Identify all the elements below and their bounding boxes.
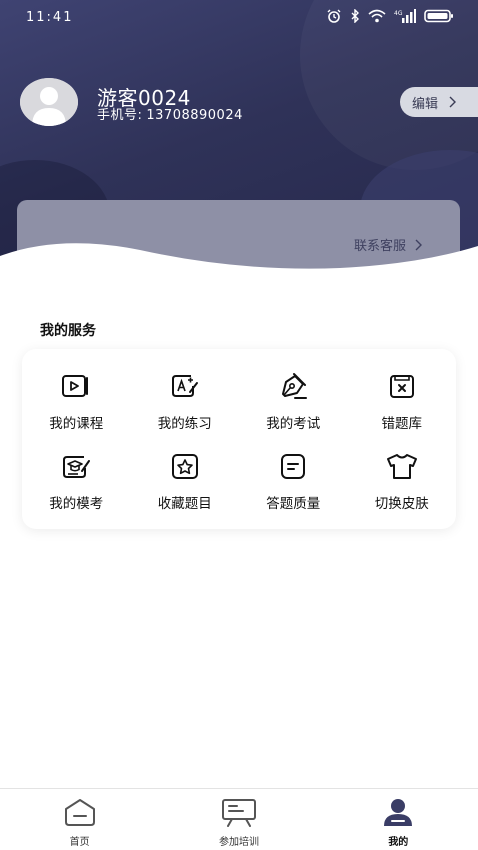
service-label: 答题质量 xyxy=(266,496,321,512)
star-icon xyxy=(168,449,202,483)
battery-icon xyxy=(424,9,453,23)
network-type: 4G xyxy=(394,10,403,17)
play-video-icon xyxy=(59,369,93,403)
alarm-icon xyxy=(327,9,341,23)
services-card: 我的课程 我的练习 我的考试 错题库 我的模考 收藏题目 答题质量 切换皮肤 xyxy=(22,349,456,529)
user-icon xyxy=(380,797,416,827)
service-mock-exams[interactable]: 我的模考 xyxy=(22,449,131,529)
service-label: 切换皮肤 xyxy=(374,496,429,512)
user-phone-row: 手机号: 13708890024 xyxy=(97,104,243,123)
service-wrong-questions[interactable]: 错题库 xyxy=(348,369,457,449)
phone-label: 手机号: xyxy=(97,108,143,123)
service-my-courses[interactable]: 我的课程 xyxy=(22,369,131,449)
service-label: 我的练习 xyxy=(157,416,212,432)
service-my-exams[interactable]: 我的考试 xyxy=(239,369,348,449)
service-switch-skin[interactable]: 切换皮肤 xyxy=(348,449,457,529)
chevron-right-icon xyxy=(449,96,457,108)
wifi-icon xyxy=(368,9,386,23)
cellular-signal-icon: 4G xyxy=(394,9,416,23)
edit-profile-button[interactable]: 编辑 xyxy=(400,87,478,117)
tab-mine[interactable]: 我的 xyxy=(319,789,478,850)
service-my-practice[interactable]: 我的练习 xyxy=(131,369,240,449)
tab-label: 首页 xyxy=(69,837,90,848)
services-grid: 我的课程 我的练习 我的考试 错题库 我的模考 收藏题目 答题质量 切换皮肤 xyxy=(22,349,456,529)
tab-home[interactable]: 首页 xyxy=(0,789,159,850)
bluetooth-icon xyxy=(351,9,359,23)
service-label: 我的模考 xyxy=(49,496,104,512)
answer-quality-icon xyxy=(276,449,310,483)
bottom-tab-bar: 首页 参加培训 我的 xyxy=(0,788,478,850)
training-board-icon xyxy=(221,797,257,827)
service-favorite-questions[interactable]: 收藏题目 xyxy=(131,449,240,529)
status-icons: 4G xyxy=(326,9,454,23)
phone-number: 13708890024 xyxy=(146,108,243,123)
services-title: 我的服务 xyxy=(40,323,96,339)
wave-divider xyxy=(0,243,478,316)
practice-edit-icon xyxy=(168,369,202,403)
service-label: 我的课程 xyxy=(49,416,104,432)
service-label: 收藏题目 xyxy=(157,496,212,512)
default-avatar-icon xyxy=(20,78,78,126)
status-bar: 11:41 4G xyxy=(0,0,478,36)
edit-label: 编辑 xyxy=(412,96,439,112)
tab-label: 我的 xyxy=(388,837,409,848)
status-time: 11:41 xyxy=(26,10,74,25)
service-label: 错题库 xyxy=(381,416,423,432)
pen-nib-icon xyxy=(276,369,310,403)
service-label: 我的考试 xyxy=(266,416,321,432)
home-icon xyxy=(62,797,98,827)
wrong-questions-icon xyxy=(385,369,419,403)
service-answer-quality[interactable]: 答题质量 xyxy=(239,449,348,529)
mock-exam-cap-icon xyxy=(59,449,93,483)
avatar[interactable] xyxy=(20,78,78,126)
tshirt-icon xyxy=(385,449,419,483)
tab-training[interactable]: 参加培训 xyxy=(159,789,318,850)
tab-label: 参加培训 xyxy=(218,837,259,848)
